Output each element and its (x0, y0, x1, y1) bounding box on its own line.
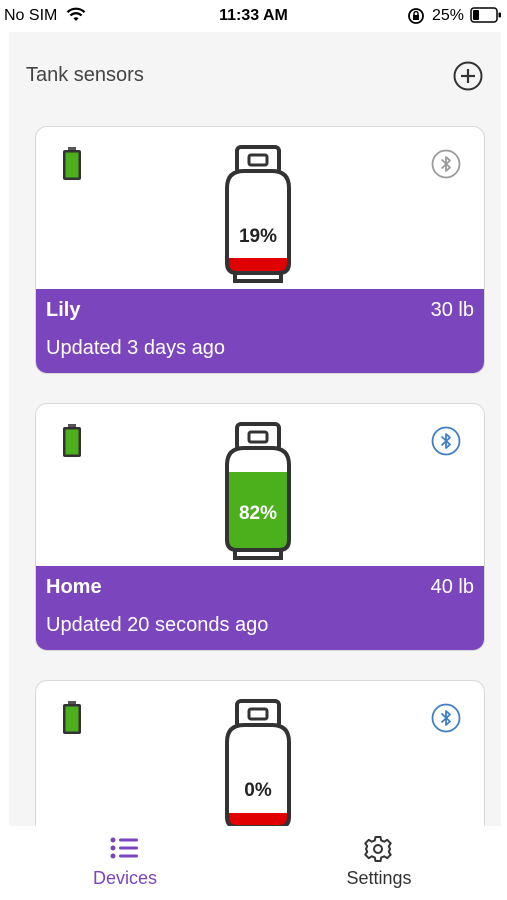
rotation-lock-icon (408, 8, 424, 24)
sensor-battery-icon (63, 424, 81, 457)
status-bar: No SIM 11:33 AM 25% (0, 0, 507, 32)
tank-size: 30 lb (430, 299, 474, 321)
clock: 11:33 AM (219, 7, 288, 24)
propane-tank-icon (225, 422, 291, 560)
sensor-battery-icon (63, 147, 81, 180)
tab-settings-label: Settings (346, 868, 412, 888)
tank-level-percent: 19% (238, 226, 278, 247)
tank-level-percent: 82% (238, 503, 278, 524)
device-name: Home (46, 576, 102, 598)
tab-devices-label: Devices (92, 868, 158, 888)
bluetooth-icon (431, 149, 461, 179)
gear-icon (364, 836, 392, 862)
tab-devices[interactable]: Devices (45, 826, 205, 900)
device-card[interactable]: 0% (35, 680, 485, 826)
device-name: Lily (46, 299, 81, 321)
tab-settings[interactable]: Settings (299, 826, 459, 900)
list-icon (110, 837, 138, 859)
last-updated: Updated 3 days ago (46, 337, 226, 359)
page-title: Tank sensors (26, 64, 144, 86)
tank-level-percent: 0% (244, 780, 272, 801)
screen: No SIM 11:33 AM 25% Tank sensors 19% Lil… (0, 0, 507, 900)
propane-tank-icon (225, 699, 291, 826)
device-list[interactable]: Tank sensors 19% Lily 30 lb Updated 3 da… (9, 32, 501, 826)
propane-tank-icon (225, 145, 291, 283)
device-card[interactable]: 19% Lily 30 lb Updated 3 days ago (35, 126, 485, 374)
device-card[interactable]: 82% Home 40 lb Updated 20 seconds ago (35, 403, 485, 651)
sensor-battery-icon (63, 701, 81, 734)
bluetooth-icon (431, 426, 461, 456)
status-battery-icon (470, 7, 501, 23)
bottom-nav: Devices Settings (0, 826, 507, 900)
tank-size: 40 lb (430, 576, 474, 598)
add-device-button[interactable] (452, 60, 484, 92)
last-updated: Updated 20 seconds ago (46, 614, 269, 636)
card-footer: Home 40 lb Updated 20 seconds ago (36, 566, 484, 650)
bluetooth-icon (431, 703, 461, 733)
battery-percent: 25% (432, 7, 465, 24)
card-footer: Lily 30 lb Updated 3 days ago (36, 289, 484, 373)
